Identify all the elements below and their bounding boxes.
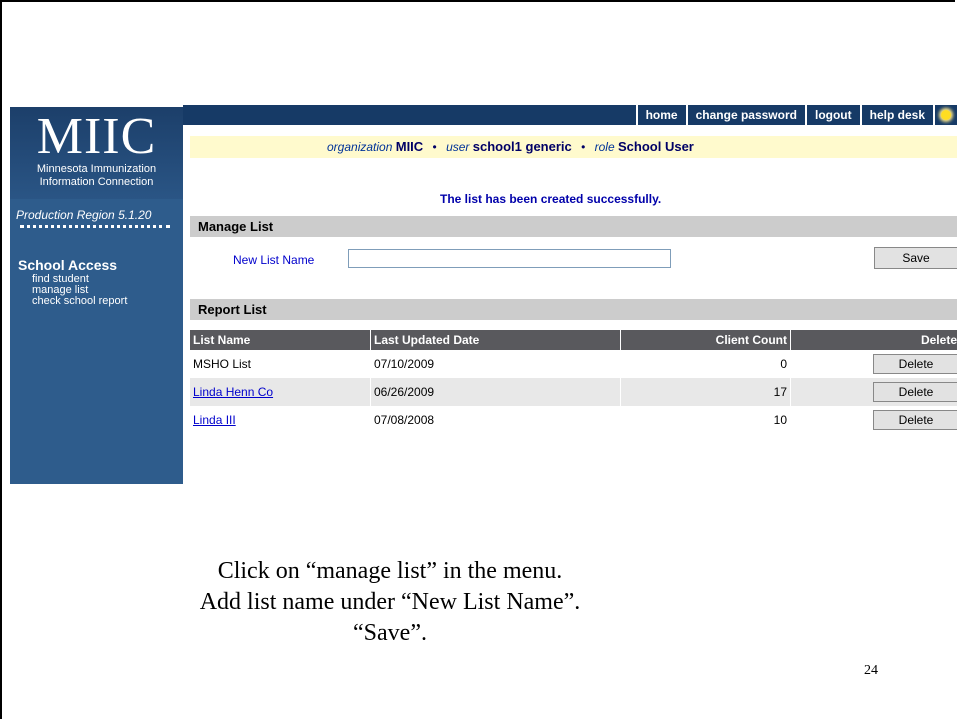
organization-value: MIIC — [395, 139, 424, 154]
dotted-divider — [20, 225, 170, 228]
delete-button[interactable]: Delete — [873, 354, 957, 374]
delete-cell: Delete — [790, 378, 957, 406]
new-list-name-label: New List Name — [233, 253, 315, 267]
sidebar-item-check-school-report[interactable]: check school report — [32, 296, 127, 307]
list-name-cell: Linda Henn Co — [190, 378, 370, 406]
nav-help-desk-link[interactable]: help desk — [859, 105, 933, 125]
report-list-table: List Name Last Updated Date Client Count… — [190, 330, 957, 434]
column-header-client-count[interactable]: Client Count — [620, 330, 790, 350]
success-message: The list has been created successfully. — [440, 192, 662, 206]
delete-cell: Delete — [790, 406, 957, 434]
list-name-link[interactable]: Linda III — [193, 413, 236, 427]
sidebar: MIIC Minnesota Immunization Information … — [10, 107, 183, 484]
table-header-row: List Name Last Updated Date Client Count… — [190, 330, 957, 350]
user-info-bar: organization MIIC • user school1 generic… — [190, 136, 957, 158]
logo-subtitle-line1: Minnesota Immunization — [36, 163, 157, 175]
miic-logo: MIIC — [36, 108, 157, 165]
save-button[interactable]: Save — [874, 247, 957, 269]
separator: • — [432, 140, 437, 154]
lightbulb-icon — [941, 110, 951, 120]
last-updated-cell: 06/26/2009 — [370, 378, 620, 406]
client-count-cell: 10 — [620, 406, 790, 434]
table-row: MSHO List 07/10/2009 0 Delete — [190, 350, 957, 378]
role-label: role — [594, 140, 615, 154]
nav-change-password-link[interactable]: change password — [685, 105, 805, 125]
delete-cell: Delete — [790, 350, 957, 378]
top-nav: home change password logout help desk — [635, 105, 957, 125]
caption-line3: “Save”. — [353, 620, 427, 646]
logo-subtitle: Minnesota Immunization Information Conne… — [10, 163, 183, 189]
role-value: School User — [618, 139, 694, 154]
caption-line2: Add list name under “New List Name”. — [199, 589, 581, 615]
logo-area: MIIC Minnesota Immunization Information … — [10, 107, 183, 199]
last-updated-cell: 07/10/2009 — [370, 350, 620, 378]
table-row: Linda III 07/08/2008 10 Delete — [190, 406, 957, 434]
separator: • — [581, 140, 586, 154]
new-list-name-input[interactable] — [348, 249, 671, 268]
list-name-cell: MSHO List — [193, 357, 252, 371]
nav-logout-link[interactable]: logout — [804, 105, 860, 125]
slide-caption: Click on “manage list” in the menu. Add … — [90, 556, 690, 649]
logo-subtitle-line2: Information Connection — [39, 176, 154, 188]
client-count-cell: 17 — [620, 378, 790, 406]
delete-button[interactable]: Delete — [873, 382, 957, 402]
last-updated-cell: 07/08/2008 — [370, 406, 620, 434]
list-name-cell: Linda III — [190, 406, 370, 434]
column-header-list-name[interactable]: List Name — [190, 330, 370, 350]
tips-button[interactable] — [933, 105, 957, 125]
organization-label: organization — [327, 140, 393, 154]
caption-line1: Click on “manage list” in the menu. — [217, 558, 563, 584]
top-nav-bar: home change password logout help desk — [183, 105, 957, 125]
table-row: Linda Henn Co 06/26/2009 17 Delete — [190, 378, 957, 406]
user-value: school1 generic — [472, 139, 572, 154]
region-label: Production Region 5.1.20 — [16, 208, 152, 222]
manage-list-header: Manage List — [190, 216, 957, 237]
user-label: user — [446, 140, 470, 154]
page-number: 24 — [864, 663, 878, 678]
nav-home-link[interactable]: home — [635, 105, 686, 125]
sidebar-menu: find student manage list check school re… — [32, 274, 127, 307]
report-list-header: Report List — [190, 299, 957, 320]
school-access-heading: School Access — [18, 257, 118, 273]
delete-button[interactable]: Delete — [873, 410, 957, 430]
client-count-cell: 0 — [620, 350, 790, 378]
column-header-last-updated[interactable]: Last Updated Date — [370, 330, 620, 350]
column-header-delete: Delete — [790, 330, 957, 350]
list-name-link[interactable]: Linda Henn Co — [193, 385, 273, 399]
